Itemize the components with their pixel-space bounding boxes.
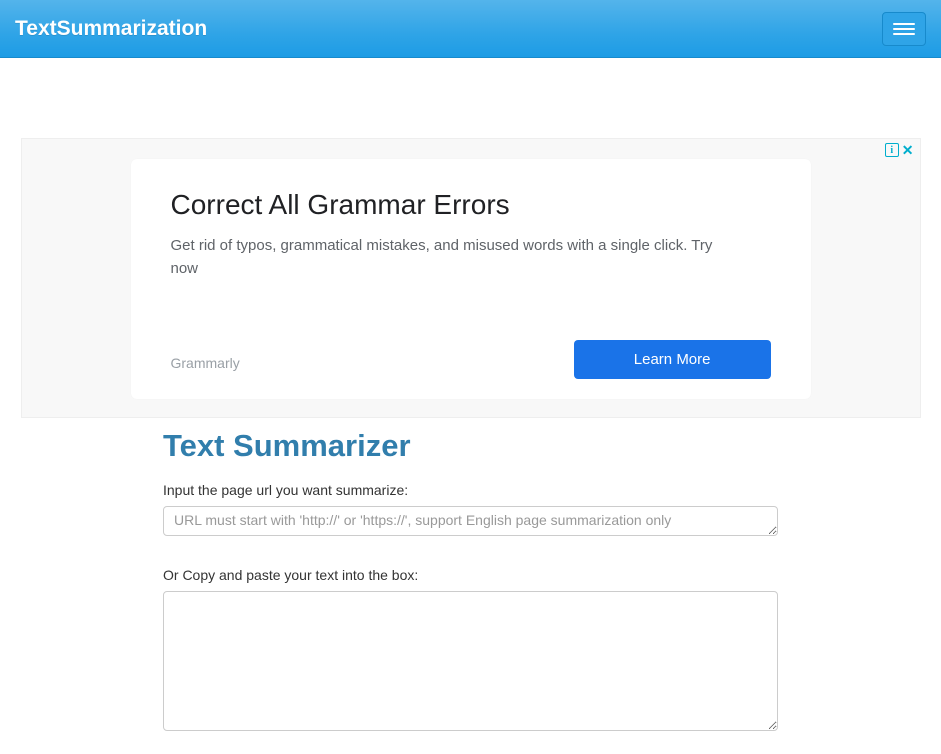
navbar-brand[interactable]: TextSummarization [15,17,207,41]
ad-controls: i ✕ [885,143,914,157]
page-title: Text Summarizer [163,428,778,464]
ad-brand-label: Grammarly [171,355,240,371]
ad-banner: i ✕ Correct All Grammar Errors Get rid o… [21,138,921,418]
navbar: TextSummarization [0,0,941,58]
hamburger-icon [893,23,915,25]
ad-close-icon[interactable]: ✕ [902,143,914,157]
hamburger-icon [893,28,915,30]
url-input[interactable] [163,506,778,536]
hamburger-menu-button[interactable] [882,12,926,46]
text-input-label: Or Copy and paste your text into the box… [163,567,778,583]
hamburger-icon [893,33,915,35]
text-input[interactable] [163,591,778,731]
ad-card: Correct All Grammar Errors Get rid of ty… [131,159,811,399]
url-input-label: Input the page url you want summarize: [163,482,778,498]
main-content: Text Summarizer Input the page url you w… [163,428,778,754]
ad-learn-more-button[interactable]: Learn More [574,340,771,379]
page-container: i ✕ Correct All Grammar Errors Get rid o… [11,138,931,754]
ad-title: Correct All Grammar Errors [171,189,771,221]
ad-subtitle: Get rid of typos, grammatical mistakes, … [171,235,731,280]
adchoices-info-icon[interactable]: i [885,143,899,157]
